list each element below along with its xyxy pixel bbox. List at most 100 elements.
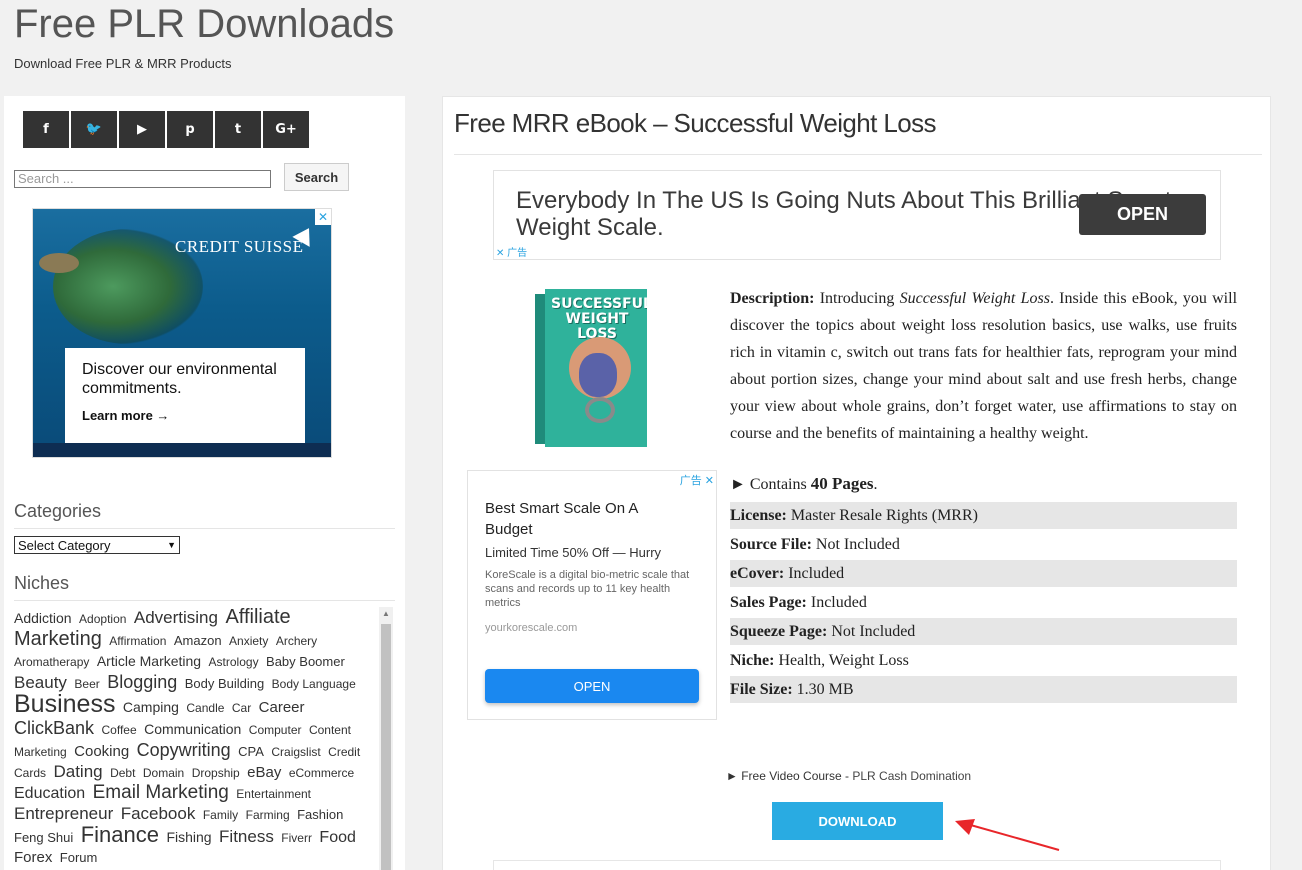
top-banner-ad[interactable]: Everybody In The US Is Going Nuts About …: [493, 170, 1221, 260]
tag-link[interactable]: Copywriting: [137, 740, 231, 760]
tag-link[interactable]: Debt: [110, 766, 135, 780]
tag-link[interactable]: Fitness: [219, 827, 274, 846]
spec-row: Source File: Not Included: [730, 531, 1237, 558]
ad-subline: Limited Time 50% Off — Hurry: [485, 545, 662, 560]
divider: [14, 528, 395, 529]
spec-value: Included: [810, 594, 867, 611]
post-title: Free MRR eBook – Successful Weight Loss: [454, 108, 936, 138]
tag-link[interactable]: Article Marketing: [97, 653, 201, 669]
twitter-icon[interactable]: 🐦: [71, 111, 117, 148]
google-plus-icon[interactable]: G+: [263, 111, 309, 148]
tag-link[interactable]: Archery: [276, 634, 317, 648]
pinterest-icon[interactable]: p: [167, 111, 213, 148]
scrollbar-thumb[interactable]: [381, 624, 391, 870]
spec-row: File Size: 1.30 MB: [730, 676, 1237, 703]
tag-link[interactable]: Education: [14, 785, 85, 802]
tag-link[interactable]: Body Building: [185, 676, 265, 691]
tag-link[interactable]: Facebook: [121, 804, 196, 823]
tag-link[interactable]: eCommerce: [289, 766, 354, 780]
tag-link[interactable]: Astrology: [209, 655, 259, 669]
tag-link[interactable]: Blogging: [107, 672, 177, 692]
credit-suisse-ad[interactable]: CREDIT SUISSE ✕ Discover our environment…: [32, 208, 332, 458]
tag-link[interactable]: Body Language: [272, 677, 356, 691]
tag-link[interactable]: eBay: [247, 764, 281, 781]
tag-link[interactable]: ClickBank: [14, 718, 94, 738]
tag-link[interactable]: Advertising: [134, 608, 218, 627]
social-links: f 🐦 ▶ p t G+: [23, 111, 309, 148]
tag-link[interactable]: Family: [203, 808, 238, 822]
tag-link[interactable]: Camping: [123, 699, 179, 715]
tag-link[interactable]: Domain: [143, 766, 184, 780]
adchoices-icon[interactable]: ✕ 广告: [496, 244, 527, 259]
tag-link[interactable]: Car: [232, 701, 251, 715]
tag-link[interactable]: Forex: [14, 849, 52, 866]
learn-more-link[interactable]: Learn more →: [82, 408, 288, 423]
tag-link[interactable]: Finance: [81, 822, 159, 847]
tag-link[interactable]: Computer: [249, 723, 302, 737]
ad-open-button[interactable]: OPEN: [485, 669, 699, 703]
youtube-icon[interactable]: ▶: [119, 111, 165, 148]
search-input[interactable]: Search ...: [14, 170, 271, 188]
tag-link[interactable]: Email Marketing: [93, 782, 229, 803]
spec-label: File Size:: [730, 681, 793, 698]
tag-link[interactable]: Craigslist: [271, 745, 320, 759]
book-spine: [535, 294, 545, 444]
tag-link[interactable]: Career: [259, 699, 305, 716]
tag-link[interactable]: Farming: [246, 808, 290, 822]
banner-open-button[interactable]: OPEN: [1079, 194, 1206, 235]
download-button[interactable]: DOWNLOAD: [772, 802, 943, 840]
tag-link[interactable]: Food: [319, 829, 355, 846]
tag-link[interactable]: Entrepreneur: [14, 804, 113, 823]
tag-link[interactable]: Fiverr: [281, 831, 312, 845]
tag-link[interactable]: Feng Shui: [14, 830, 73, 845]
divider: [454, 154, 1262, 155]
tag-link[interactable]: Communication: [144, 721, 241, 737]
cover-title: SUCCESSFUL WEIGHT LOSS: [551, 296, 647, 342]
red-arrow-annotation: [955, 819, 1060, 851]
tag-link[interactable]: Anxiety: [229, 634, 268, 648]
bottom-ad-slot: [493, 860, 1221, 870]
facebook-icon[interactable]: f: [23, 111, 69, 148]
ad-card: Discover our environmental commitments. …: [65, 348, 305, 443]
scroll-up-icon[interactable]: ▲: [382, 609, 390, 618]
tag-link[interactable]: Dating: [53, 762, 102, 781]
spec-label: Sales Page:: [730, 594, 807, 611]
video-course-line: ► Free Video Course - PLR Cash Dominatio…: [726, 769, 971, 783]
spec-row: License: Master Resale Rights (MRR): [730, 502, 1237, 529]
spec-row: eCover: Included: [730, 560, 1237, 587]
tag-link[interactable]: Fishing: [166, 829, 211, 845]
ad-domain: yourkorescale.com: [485, 622, 578, 634]
spec-row: Niche: Health, Weight Loss: [730, 647, 1237, 674]
adchoices-icon[interactable]: 广告 ✕: [680, 472, 714, 488]
category-select[interactable]: Select Category ▼: [14, 536, 180, 554]
tag-link[interactable]: Adoption: [79, 612, 126, 626]
tag-link[interactable]: Entertainment: [236, 787, 311, 801]
spec-label: Niche:: [730, 652, 775, 669]
tag-link[interactable]: CPA: [238, 744, 264, 759]
tag-link[interactable]: Addiction: [14, 610, 72, 626]
tumblr-icon[interactable]: t: [215, 111, 261, 148]
contains-pages: 40 Pages: [810, 474, 874, 493]
chevron-down-icon: ▼: [167, 540, 176, 550]
tag-link[interactable]: Cooking: [74, 743, 129, 760]
video-course-link[interactable]: PLR Cash Domination: [852, 769, 971, 783]
tag-link[interactable]: Candle: [186, 701, 224, 715]
tag-link[interactable]: Dropship: [192, 766, 240, 780]
site-title[interactable]: Free PLR Downloads: [14, 2, 394, 47]
post-content: Free MRR eBook – Successful Weight Loss …: [442, 96, 1271, 870]
tag-cloud-scrollbar[interactable]: ▲: [379, 607, 393, 870]
ad-close-icon[interactable]: ✕: [315, 209, 331, 225]
tag-link[interactable]: Baby Boomer: [266, 654, 345, 669]
tag-link[interactable]: Fashion: [297, 807, 343, 822]
tag-link[interactable]: Aromatherapy: [14, 655, 89, 669]
description-label: Description:: [730, 290, 815, 307]
korescale-ad[interactable]: 广告 ✕ Best Smart Scale On A Budget Limite…: [467, 470, 717, 720]
tag-link[interactable]: Forum: [60, 850, 98, 865]
tag-link[interactable]: Amazon: [174, 633, 222, 648]
tag-link[interactable]: Business: [14, 690, 115, 718]
tag-link[interactable]: Coffee: [101, 723, 136, 737]
tag-link[interactable]: Beer: [74, 677, 99, 691]
site-tagline: Download Free PLR & MRR Products: [14, 56, 232, 71]
search-button[interactable]: Search: [284, 163, 349, 191]
tag-link[interactable]: Affirmation: [109, 634, 166, 648]
